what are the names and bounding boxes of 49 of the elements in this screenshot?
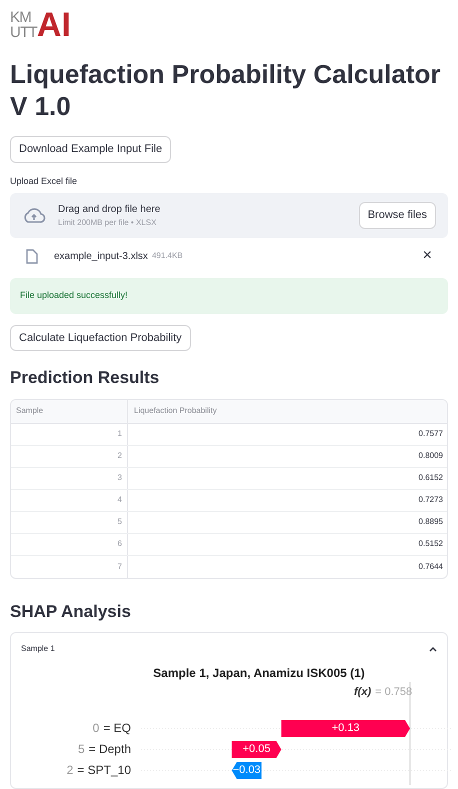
- cloud-upload-icon: [22, 206, 46, 224]
- success-alert: File uploaded successfully!: [10, 278, 448, 314]
- page-title: Liquefaction Probability Calculator V 1.0: [10, 58, 442, 122]
- logo-mark: AI: [36, 8, 71, 42]
- dropzone-prompt: Drag and drop file here: [58, 203, 162, 217]
- download-button[interactable]: Download Example Input File: [10, 136, 172, 162]
- contribution-label: −0.03: [232, 763, 262, 778]
- column-header: Liquefaction Probability: [133, 405, 218, 417]
- table-cell-text: 0.8895: [418, 516, 444, 528]
- calculate-button[interactable]: Calculate Liquefaction Probability: [10, 324, 191, 351]
- table-cell: 3: [11, 468, 128, 488]
- file-name: example_input-3.xlsx: [54, 250, 148, 264]
- table-cell: 7: [11, 556, 128, 578]
- feature-name: = Depth: [88, 741, 131, 758]
- table-cell-text: 0.7273: [418, 494, 444, 506]
- dropzone[interactable]: Drag and drop file here Limit 200MB per file • XLSX Browse files: [10, 193, 448, 238]
- table-cell: 6: [11, 534, 128, 554]
- logo-text: KM: [10, 10, 32, 25]
- fx-value: = 0.758: [375, 685, 412, 700]
- contribution-label: +0.05: [242, 742, 272, 757]
- table-cell: 4: [11, 490, 128, 510]
- table-cell-text: 0.7644: [418, 560, 444, 572]
- column-header: Sample: [11, 400, 128, 422]
- browse-files-button[interactable]: Browse files: [358, 202, 436, 228]
- chevron-icon: [429, 646, 437, 652]
- feature-name: = EQ: [103, 720, 131, 737]
- feature-value: 5: [78, 741, 85, 758]
- expander-header[interactable]: Sample 1: [21, 643, 437, 655]
- table-cell: 5: [11, 512, 128, 532]
- file-icon: [26, 248, 38, 264]
- section-heading: SHAP Analysis: [10, 600, 132, 622]
- logo-text: UTT: [10, 25, 37, 40]
- table-cell-text: 0.7577: [418, 428, 444, 440]
- file-size: 491.4KB: [152, 250, 183, 262]
- feature-value: 0: [92, 720, 100, 737]
- table-cell: 2: [11, 446, 128, 466]
- table-cell: 1: [11, 424, 128, 444]
- section-heading: Prediction Results: [10, 367, 160, 389]
- feature-name: = SPT_10: [77, 762, 131, 779]
- feature-value: 2: [66, 762, 74, 779]
- plot-title: Sample 1, Japan, Anamizu ISK005 (1): [153, 665, 365, 682]
- dropzone-limit: Limit 200MB per file • XLSX: [58, 217, 158, 229]
- table-cell-text: 0.5152: [418, 538, 444, 550]
- uploader-label: Upload Excel file: [10, 174, 78, 188]
- contribution-label: +0.13: [330, 721, 361, 736]
- remove-file-button[interactable]: ×: [422, 248, 432, 264]
- fx-label: f(x): [354, 685, 372, 700]
- table-cell-text: 0.8009: [418, 450, 444, 462]
- table-cell-text: 0.6152: [418, 472, 444, 484]
